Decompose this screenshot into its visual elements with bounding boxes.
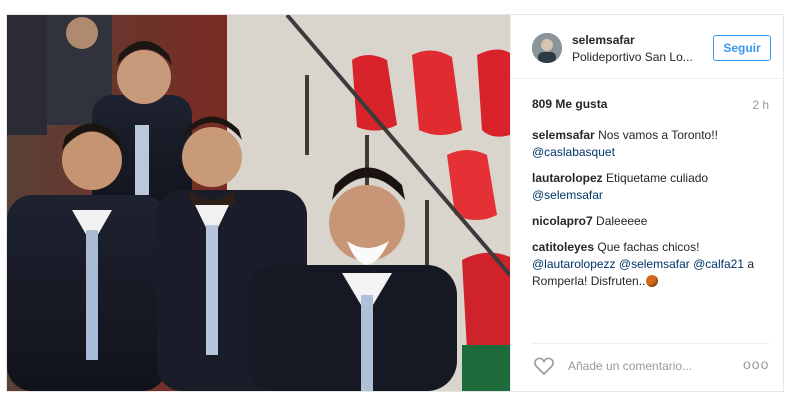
comment-mention[interactable]: @selemsafar (619, 257, 690, 271)
post-age[interactable]: 2 h (752, 98, 769, 112)
post-photo[interactable] (7, 15, 510, 391)
post-footer: ooo (532, 343, 769, 388)
avatar[interactable] (532, 33, 562, 63)
avatar-image (532, 33, 562, 63)
comment-mention[interactable]: @lautarolopezz (532, 257, 616, 271)
comment-mention[interactable]: @caslabasquet (532, 145, 615, 159)
more-options-icon[interactable]: ooo (743, 356, 769, 374)
comments-list: selemsafar Nos vamos a Toronto!! @caslab… (532, 127, 770, 299)
add-comment-input[interactable] (568, 357, 738, 375)
post-location[interactable]: Polideportivo San Lo... (572, 50, 697, 64)
instagram-post-card: selemsafar Polideportivo San Lo... Segui… (6, 14, 784, 392)
comment: catitoleyes Que fachas chicos! @lautarol… (532, 239, 770, 290)
comment: selemsafar Nos vamos a Toronto!! @caslab… (532, 127, 770, 161)
post-username[interactable]: selemsafar (572, 33, 635, 47)
comment: lautarolopez Etiquetame culiado @selemsa… (532, 170, 770, 204)
comment: nicolapro7 Daleeeee (532, 213, 770, 230)
comment-text: Que fachas chicos! (597, 240, 700, 254)
comment-text: Nos vamos a Toronto!! (598, 128, 718, 142)
post-header: selemsafar Polideportivo San Lo... Segui… (511, 15, 783, 79)
post-sidebar: selemsafar Polideportivo San Lo... Segui… (510, 15, 783, 391)
photo-scene (7, 15, 510, 391)
comment-username[interactable]: lautarolopez (532, 171, 603, 185)
heart-icon[interactable] (534, 357, 554, 375)
comment-mention[interactable]: @selemsafar (532, 188, 603, 202)
follow-button[interactable]: Seguir (713, 35, 771, 61)
comment-text: Daleeeee (596, 214, 648, 228)
comment-mention[interactable]: @calfa21 (693, 257, 744, 271)
likes-count[interactable]: 809 Me gusta (532, 97, 607, 111)
basketball-emoji-icon (646, 275, 659, 287)
comment-username[interactable]: catitoleyes (532, 240, 594, 254)
green-sign (462, 345, 510, 391)
comment-username[interactable]: nicolapro7 (532, 214, 593, 228)
comment-text: Etiquetame culiado (606, 171, 709, 185)
comment-username[interactable]: selemsafar (532, 128, 595, 142)
